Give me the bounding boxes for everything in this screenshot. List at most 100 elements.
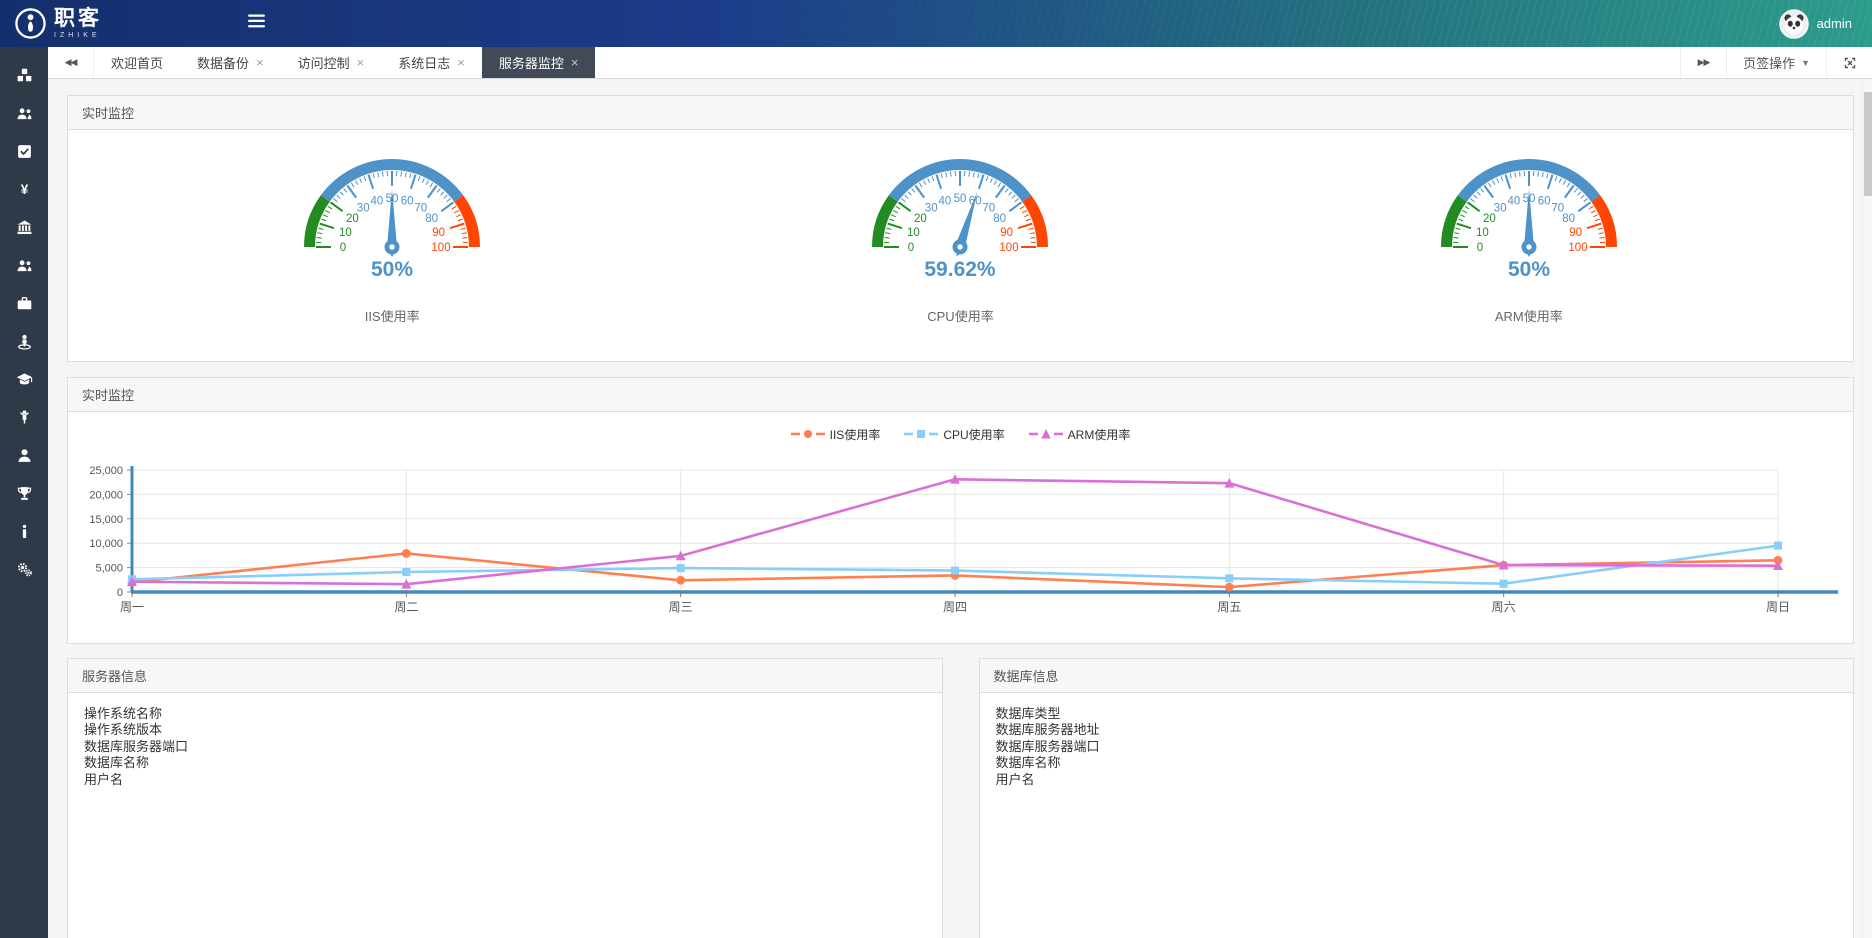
bank-icon xyxy=(16,219,33,236)
legend-marker-circle-icon xyxy=(791,428,825,440)
info-list-item: 数据库名称 xyxy=(84,755,926,771)
svg-text:周六: 周六 xyxy=(1492,600,1516,614)
sidebar-item-briefcase[interactable] xyxy=(0,284,48,322)
sidebar-item-user-group-2[interactable] xyxy=(0,246,48,284)
legend-label: CPU使用率 xyxy=(943,426,1004,443)
server-info-panel: 服务器信息 操作系统名称操作系统版本数据库服务器端口数据库名称用户名 xyxy=(67,658,943,938)
sidebar-item-yen[interactable]: ¥ xyxy=(0,170,48,208)
tab-close-icon[interactable]: × xyxy=(457,56,465,69)
sidebar-item-graduation-cap[interactable] xyxy=(0,360,48,398)
gauge-2: 010203040506070809010050%ARM使用率 xyxy=(1429,144,1629,325)
svg-text:0: 0 xyxy=(1477,242,1483,254)
tab-0[interactable]: 欢迎首页 xyxy=(94,47,180,78)
sidebar-item-bank[interactable] xyxy=(0,208,48,246)
svg-text:10: 10 xyxy=(1476,227,1489,239)
svg-text:20: 20 xyxy=(346,213,359,225)
svg-text:0: 0 xyxy=(908,242,914,254)
user-menu[interactable]: admin xyxy=(1779,9,1872,39)
gauge-1: 010203040506070809010059.62%CPU使用率 xyxy=(860,144,1060,325)
svg-text:90: 90 xyxy=(1569,227,1582,239)
vertical-scrollbar xyxy=(1862,80,1872,938)
svg-text:100: 100 xyxy=(432,242,451,254)
legend-marker-triangle-icon xyxy=(1029,428,1063,440)
svg-text:60: 60 xyxy=(401,195,414,207)
svg-text:40: 40 xyxy=(939,195,952,207)
svg-text:100: 100 xyxy=(1568,242,1587,254)
street-view-icon xyxy=(16,333,33,350)
check-square-icon xyxy=(16,143,33,160)
gauge-panel-title: 实时监控 xyxy=(68,96,1853,130)
legend-label: ARM使用率 xyxy=(1068,426,1131,443)
svg-text:10: 10 xyxy=(339,227,352,239)
svg-text:10,000: 10,000 xyxy=(89,538,123,550)
hamburger-menu-icon[interactable] xyxy=(242,8,271,39)
legend-marker-square-icon xyxy=(904,428,938,440)
logo-text: 职客 xyxy=(54,8,102,29)
svg-text:5,000: 5,000 xyxy=(95,563,123,575)
tab-4[interactable]: 服务器监控 × xyxy=(482,47,596,78)
user-group-icon xyxy=(16,105,33,122)
info-list-item: 用户名 xyxy=(84,772,926,788)
app-logo: 职客 IZHIKE xyxy=(0,7,120,40)
user-group-2-icon xyxy=(16,257,33,274)
svg-text:30: 30 xyxy=(357,202,370,214)
info-list-item: 数据库类型 xyxy=(996,706,1838,722)
sidebar-item-user-group[interactable] xyxy=(0,94,48,132)
svg-text:20,000: 20,000 xyxy=(89,489,123,501)
left-sidebar: ¥ xyxy=(0,47,48,938)
svg-text:20: 20 xyxy=(1483,213,1496,225)
tab-3[interactable]: 系统日志× xyxy=(381,47,482,78)
svg-text:10: 10 xyxy=(907,227,920,239)
tabs-scroll-left-icon[interactable]: ◀◀ xyxy=(48,47,94,78)
top-navbar: 职客 IZHIKE admin xyxy=(0,0,1872,47)
username: admin xyxy=(1817,16,1852,31)
trophy-icon xyxy=(16,485,33,502)
svg-text:90: 90 xyxy=(1001,227,1014,239)
server-info-title: 服务器信息 xyxy=(68,659,942,693)
sidebar-item-check-square[interactable] xyxy=(0,132,48,170)
sidebar-item-cubes[interactable] xyxy=(0,56,48,94)
sidebar-item-gears[interactable] xyxy=(0,550,48,588)
svg-text:80: 80 xyxy=(425,213,438,225)
sidebar-item-user[interactable] xyxy=(0,436,48,474)
tab-close-icon[interactable]: × xyxy=(256,56,264,69)
tab-label: 欢迎首页 xyxy=(111,53,163,72)
gauge-panel: 实时监控 010203040506070809010050%IIS使用率0102… xyxy=(67,95,1854,362)
legend-item-circle[interactable]: IIS使用率 xyxy=(791,426,881,443)
legend-label: IIS使用率 xyxy=(830,426,881,443)
svg-text:60: 60 xyxy=(1538,195,1551,207)
info-list-item: 数据库服务器地址 xyxy=(996,722,1838,738)
info-list-item: 数据库名称 xyxy=(996,755,1838,771)
svg-text:周二: 周二 xyxy=(394,600,418,614)
fullscreen-icon[interactable] xyxy=(1826,47,1872,78)
tab-close-icon[interactable]: × xyxy=(357,56,365,69)
tab-label: 服务器监控 xyxy=(499,53,564,72)
svg-text:40: 40 xyxy=(1507,195,1520,207)
yen-icon: ¥ xyxy=(16,181,33,198)
gauge-value: 59.62% xyxy=(925,258,997,281)
db-info-panel: 数据库信息 数据库类型数据库服务器地址数据库服务器端口数据库名称用户名 xyxy=(979,658,1855,938)
legend-item-square[interactable]: CPU使用率 xyxy=(904,426,1004,443)
tab-2[interactable]: 访问控制× xyxy=(281,47,382,78)
tab-close-icon[interactable]: × xyxy=(571,56,579,69)
tabs-scroll-right-icon[interactable]: ▶▶ xyxy=(1680,47,1726,78)
tab-actions-dropdown[interactable]: 页签操作 ▼ xyxy=(1726,47,1826,78)
sidebar-item-street-view[interactable] xyxy=(0,322,48,360)
user-icon xyxy=(16,447,33,464)
scrollbar-thumb[interactable] xyxy=(1864,92,1872,196)
gauge-title: CPU使用率 xyxy=(927,306,993,325)
gauge-value: 50% xyxy=(371,258,413,281)
gauge-value: 50% xyxy=(1508,258,1550,281)
sidebar-item-child[interactable] xyxy=(0,398,48,436)
logo-icon xyxy=(14,7,47,40)
line-chart: 05,00010,00015,00020,00025,000周一周二周三周四周五… xyxy=(68,452,1855,624)
sidebar-item-trophy[interactable] xyxy=(0,474,48,512)
svg-text:80: 80 xyxy=(1562,213,1575,225)
chevron-down-icon: ▼ xyxy=(1801,58,1810,68)
gauge-title: ARM使用率 xyxy=(1495,306,1563,325)
svg-text:90: 90 xyxy=(432,227,445,239)
legend-item-triangle[interactable]: ARM使用率 xyxy=(1029,426,1131,443)
tab-1[interactable]: 数据备份× xyxy=(180,47,281,78)
svg-text:¥: ¥ xyxy=(20,182,28,197)
sidebar-item-info[interactable] xyxy=(0,512,48,550)
